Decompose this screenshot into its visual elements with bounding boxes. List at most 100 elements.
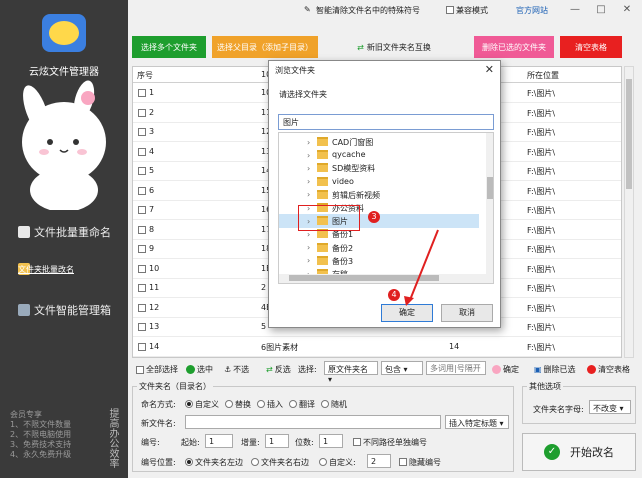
nav-label: 文件批量重命名 [34, 226, 111, 239]
increment-input[interactable]: 1 [265, 434, 289, 448]
mode-custom-radio[interactable]: 自定义 [185, 399, 219, 410]
delete-selected-small-button[interactable]: ▣ 删除已选 [534, 364, 576, 375]
mode-insert-radio[interactable]: 插入 [257, 399, 283, 410]
promo-line: 4、永久免费升级 [10, 450, 72, 459]
row-checkbox[interactable] [138, 186, 146, 195]
dialog-ok-button[interactable]: 确定 [381, 304, 433, 322]
tree-folder-item[interactable]: › SD模型资料 [279, 161, 479, 175]
header-location: 所在位置 [527, 71, 559, 80]
start-input[interactable]: 1 [205, 434, 233, 448]
chevron-right-icon[interactable]: › [307, 190, 315, 199]
select-folders-button[interactable]: 选择多个文件夹 [132, 36, 206, 58]
close-button[interactable]: ✕ [620, 3, 634, 17]
tree-folder-item[interactable]: › 备份3 [279, 254, 479, 268]
nav-batch-rename-folders[interactable]: 文件夹批量改名 [0, 257, 128, 281]
mode-replace-radio[interactable]: 替换 [225, 399, 251, 410]
deselect-button[interactable]: ⚓ 不选 [224, 364, 249, 375]
select-parent-dir-button[interactable]: 选择父目录（添加子目录） [212, 36, 318, 58]
row-checkbox[interactable] [138, 303, 146, 312]
pos-custom-input[interactable]: 2 [367, 454, 391, 468]
row-checkbox[interactable] [138, 323, 146, 331]
swap-names-button[interactable]: ⇄ 新旧文件夹名互换 [350, 36, 438, 58]
tree-folder-item[interactable]: › CAD门窗图 [279, 135, 479, 149]
sidebar: 云炫文件管理器 文件批量重命名 文件夹批量改名 文件智能管理箱 会员专享 1、不… [0, 0, 128, 478]
check-icon: ✓ [544, 444, 560, 460]
chevron-right-icon[interactable]: › [307, 138, 315, 147]
start-rename-button[interactable]: ✓ 开始改名 [522, 433, 636, 471]
pos-left-radio[interactable]: 文件夹名左边 [185, 457, 243, 468]
step-3-badge: 3 [368, 211, 380, 223]
field-select[interactable]: 原文件夹名 ▾ [324, 361, 378, 384]
chevron-right-icon[interactable]: › [307, 177, 315, 186]
clear-table-small-button[interactable]: 清空表格 [587, 364, 630, 375]
insert-special-select[interactable]: 插入特定标题 ▾ [445, 415, 509, 429]
chevron-right-icon[interactable]: › [307, 230, 315, 239]
check-icon [186, 365, 195, 374]
op-select[interactable]: 包含 ▾ [381, 361, 423, 375]
chevron-right-icon[interactable]: › [307, 151, 315, 160]
maximize-button[interactable]: □ [594, 3, 608, 17]
row-checkbox[interactable] [138, 245, 146, 253]
mode-translate-radio[interactable]: 翻译 [289, 399, 315, 410]
clear-table-button[interactable]: 清空表格 [560, 36, 622, 58]
diff-path-checkbox[interactable]: 不同路径单独编号 [353, 437, 427, 448]
pos-custom-radio[interactable]: 自定义: [319, 457, 356, 468]
swap-names-label: 新旧文件夹名互换 [366, 42, 431, 52]
row-checkbox[interactable] [138, 89, 146, 97]
row-checkbox[interactable] [138, 167, 146, 175]
mode-random-radio[interactable]: 随机 [321, 399, 347, 410]
row-checkbox[interactable] [138, 284, 146, 292]
row-checkbox[interactable] [138, 264, 146, 273]
row-index: 10 [149, 263, 160, 273]
nav-batch-rename-files[interactable]: 文件批量重命名 [0, 220, 128, 244]
query-input[interactable] [426, 361, 486, 375]
row-checkbox[interactable] [138, 206, 146, 214]
dialog-close-button[interactable]: ✕ [485, 63, 494, 76]
tree-scrollbar[interactable] [486, 133, 493, 283]
row-location: F:\图片\ [527, 147, 556, 157]
other-options-group: 其他选项 文件夹名字母: 不改变 ▾ [522, 381, 636, 424]
confirm-button[interactable]: 确定 [492, 364, 519, 375]
website-link[interactable]: 官方网站 [516, 5, 548, 16]
delete-selected-button[interactable]: 删除已选的文件夹 [474, 36, 554, 58]
row-checkbox[interactable] [138, 225, 146, 234]
compat-mode-checkbox[interactable]: 兼容模式 [446, 5, 488, 16]
confirm-icon [492, 365, 501, 374]
folder-icon [317, 255, 328, 265]
row-checkbox[interactable] [138, 147, 146, 156]
minimize-button[interactable]: — [568, 3, 582, 17]
invert-button[interactable]: ⇄ 反选 [266, 364, 291, 375]
select-button[interactable]: 选中 [186, 364, 213, 375]
member-promo: 会员专享 1、不限文件数量 2、不限电脑使用 3、免费技术支持 4、永久免费升级 [10, 410, 90, 460]
tree-folder-item[interactable]: › 剪辑后新视频 [279, 188, 479, 202]
clean-special-chars-link[interactable]: 智能清除文件名中的特殊符号 [316, 5, 420, 16]
row-checkbox[interactable] [138, 128, 146, 136]
dialog-cancel-button[interactable]: 取消 [441, 304, 493, 322]
dialog-path-field[interactable]: 图片 [278, 114, 494, 130]
row-index: 12 [149, 302, 160, 312]
pos-option: 自定义: [329, 458, 356, 467]
select-all-checkbox[interactable]: 全部选择 [136, 364, 178, 375]
tree-hscrollbar[interactable] [279, 274, 486, 283]
nav-smart-file-box[interactable]: 文件智能管理箱 [0, 298, 128, 322]
hide-number-checkbox[interactable]: 隐藏编号 [399, 457, 441, 468]
row-index: 7 [149, 205, 155, 214]
digits-input[interactable]: 1 [319, 434, 343, 448]
highlight-box [298, 205, 360, 231]
row-checkbox[interactable] [138, 108, 146, 117]
table-scrollbar[interactable] [624, 66, 634, 358]
pos-right-radio[interactable]: 文件夹名右边 [251, 457, 309, 468]
chevron-right-icon[interactable]: › [307, 243, 315, 252]
chevron-right-icon[interactable]: › [307, 164, 315, 173]
tree-folder-item[interactable]: › qycache [279, 148, 479, 162]
tree-folder-item[interactable]: › video [279, 175, 479, 189]
rename-options-group: 文件夹名（目录名） 命名方式: 自定义 替换 插入 翻译 随机 新文件名: 插入… [132, 381, 514, 472]
new-name-input[interactable] [185, 415, 441, 429]
chevron-right-icon[interactable]: › [307, 256, 315, 265]
table-row[interactable]: 14 6图片素材 14 F:\图片\ [133, 338, 621, 357]
tree-folder-item[interactable]: › 备份2 [279, 241, 479, 255]
folder-name: SD模型资料 [332, 164, 376, 174]
row-checkbox[interactable] [138, 342, 146, 351]
promo-slogan: 提高办公效率 [107, 408, 118, 468]
case-select[interactable]: 不改变 ▾ [589, 400, 631, 414]
